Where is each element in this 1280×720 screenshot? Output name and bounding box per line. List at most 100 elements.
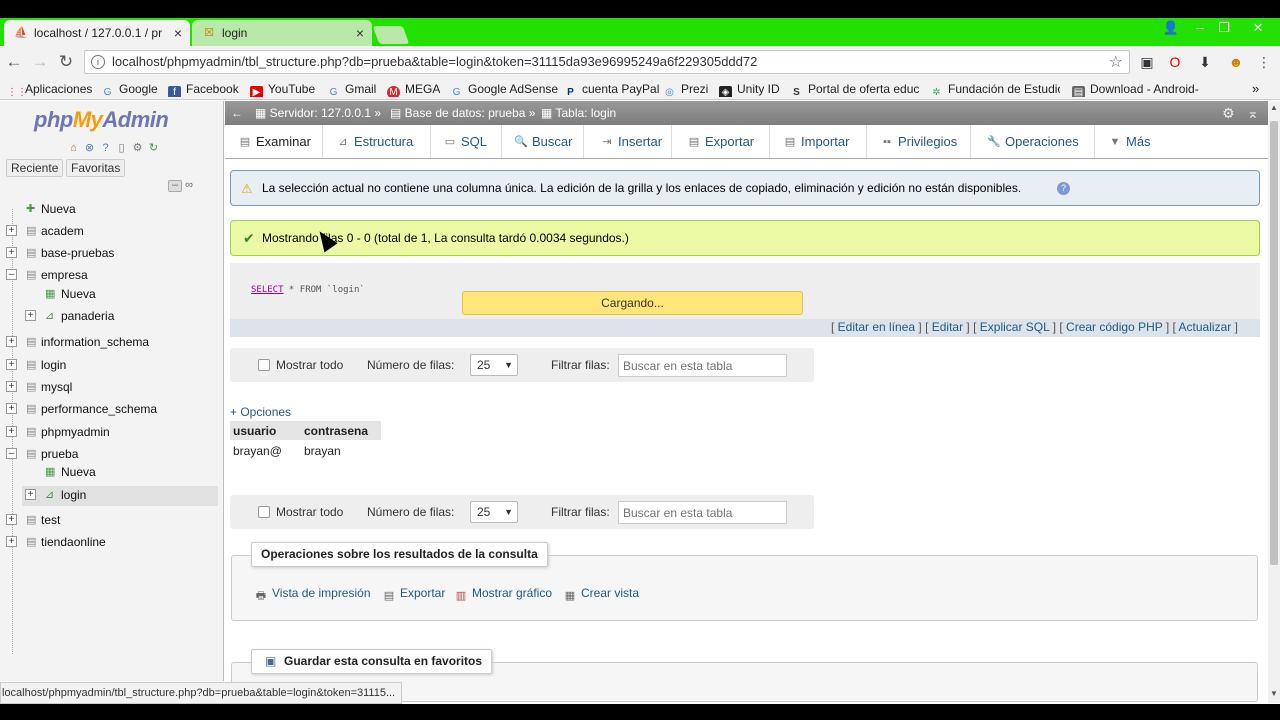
- expand-icon[interactable]: +: [6, 381, 17, 392]
- refresh-link[interactable]: Actualizar: [1179, 320, 1232, 334]
- expand-icon[interactable]: +: [6, 403, 17, 414]
- maximize-window-icon[interactable]: ❐: [1212, 18, 1236, 38]
- print-view-link[interactable]: 🖶 Vista de impresión: [254, 586, 371, 603]
- tab-structure[interactable]: ⊿ Estructura: [328, 125, 431, 158]
- tree-item-performance-schema[interactable]: + ▤ performance_schema: [0, 400, 224, 420]
- tree-item-empresa-new[interactable]: ▦ Nueva: [0, 285, 224, 305]
- bookmark-unity[interactable]: ◈ Unity ID: [719, 81, 780, 97]
- show-chart-link[interactable]: ▥ Mostrar gráfico: [454, 586, 552, 603]
- tree-item-information-schema[interactable]: + ▤ information_schema: [0, 333, 224, 353]
- edit-inline-link[interactable]: Editar en línea: [838, 320, 915, 334]
- help-icon[interactable]: ?: [99, 142, 112, 155]
- expand-icon[interactable]: +: [25, 489, 36, 500]
- link-icon[interactable]: ∞: [185, 179, 193, 191]
- expand-icon[interactable]: +: [6, 536, 17, 547]
- tab-privileges[interactable]: ▪▪ Privilegios: [872, 125, 971, 158]
- tab-sql[interactable]: ▭ SQL: [435, 125, 502, 158]
- options-toggle[interactable]: + Opciones: [230, 405, 291, 419]
- tree-item-panaderia[interactable]: + ⊿ panaderia: [0, 307, 224, 327]
- collapse-all-icon[interactable]: –: [168, 180, 182, 192]
- address-bar[interactable]: i localhost/phpmyadmin/tbl_structure.php…: [84, 50, 1130, 74]
- tree-item-mysql[interactable]: + ▤ mysql: [0, 378, 224, 398]
- tree-item-test[interactable]: + ▤ test: [0, 511, 224, 531]
- close-window-icon[interactable]: ✕: [1240, 18, 1276, 38]
- bookmark-download-android[interactable]: ▤ Download - Android-: [1072, 81, 1202, 97]
- bookmark-youtube[interactable]: ▶ YouTube: [250, 81, 315, 97]
- home-icon[interactable]: ⌂: [67, 142, 80, 155]
- tree-item-prueba[interactable]: – ▤ prueba: [0, 445, 224, 465]
- help-icon[interactable]: ?: [1057, 182, 1070, 195]
- sql-query[interactable]: SELECT * FROM `login`: [251, 285, 365, 295]
- scroll-down-icon[interactable]: ▼: [1268, 689, 1280, 698]
- tree-item-phpmyadmin[interactable]: + ▤ phpmyadmin: [0, 423, 224, 443]
- expand-icon[interactable]: +: [6, 426, 17, 437]
- tab-search[interactable]: 🔍 Buscar: [506, 125, 584, 158]
- tree-item-empresa[interactable]: – ▤ empresa: [0, 266, 224, 286]
- browser-tab-login[interactable]: ☒ login ×: [192, 20, 372, 46]
- rows-count-select[interactable]: 25 ▼: [470, 354, 518, 376]
- scroll-up-icon[interactable]: ▲: [1268, 103, 1280, 112]
- breadcrumb-table[interactable]: ▦ Tabla: login: [541, 101, 616, 125]
- page-scrollbar[interactable]: ▲ ▼: [1268, 101, 1280, 703]
- bookmark-mega[interactable]: M MEGA: [387, 81, 440, 97]
- bookmark-gmail[interactable]: G Gmail: [327, 81, 377, 97]
- create-view-link[interactable]: ▦ Crear vista: [563, 586, 639, 603]
- tab-insert[interactable]: ⇥ Insertar: [592, 125, 672, 158]
- breadcrumb-database[interactable]: ▤ Base de datos: prueba »: [390, 101, 535, 125]
- browser-tab-phpmyadmin[interactable]: ⛵ localhost / 127.0.0.1 / pr ×: [4, 20, 190, 46]
- tab-export[interactable]: ▤ Exportar: [679, 125, 770, 158]
- logout-icon[interactable]: ⊗: [83, 142, 96, 155]
- back-icon[interactable]: ←: [4, 52, 24, 72]
- collapse-icon[interactable]: –: [6, 269, 17, 280]
- bookmark-facebook[interactable]: f Facebook: [168, 81, 239, 97]
- tree-item-prueba-new[interactable]: ▦ Nueva: [0, 463, 224, 483]
- tab-operations[interactable]: 🔧 Operaciones: [979, 125, 1095, 158]
- close-tab-icon[interactable]: ×: [174, 20, 182, 46]
- collapse-top-icon[interactable]: ⌅: [1247, 101, 1259, 125]
- breadcrumb-server[interactable]: ▦ Servidor: 127.0.0.1 »: [255, 101, 381, 125]
- bookmark-google[interactable]: G Google: [101, 81, 158, 97]
- minimize-window-icon[interactable]: –: [1188, 18, 1212, 38]
- tab-more[interactable]: ▼ Más: [1100, 125, 1167, 158]
- expand-icon[interactable]: +: [6, 247, 17, 258]
- expand-icon[interactable]: +: [6, 359, 17, 370]
- tree-item-login-db[interactable]: + ▤ login: [0, 356, 224, 376]
- cell-usuario[interactable]: brayan@: [230, 440, 301, 462]
- edit-link[interactable]: Editar: [932, 320, 963, 334]
- phpmyadmin-logo[interactable]: phpMyAdmin: [34, 107, 169, 133]
- filter-rows-input[interactable]: [618, 354, 787, 377]
- star-icon[interactable]: ☆: [1109, 52, 1123, 72]
- new-tab-button[interactable]: [372, 26, 410, 44]
- tab-browse[interactable]: ▤ Examinar: [230, 125, 323, 158]
- tree-item-tiendaonline[interactable]: + ▤ tiendaonline: [0, 533, 224, 553]
- show-all-checkbox[interactable]: [258, 506, 270, 518]
- user-profile-icon[interactable]: 👤: [1159, 18, 1183, 38]
- column-header-contrasena[interactable]: contrasena: [301, 421, 381, 440]
- download-icon[interactable]: ⬇: [1195, 52, 1215, 72]
- more-bookmarks-button[interactable]: »: [1252, 81, 1259, 97]
- create-php-code-link[interactable]: Crear código PHP: [1066, 320, 1163, 334]
- reload-icon[interactable]: ↻: [56, 52, 76, 72]
- opera-icon[interactable]: O: [1165, 52, 1185, 72]
- column-header-usuario[interactable]: usuario: [230, 421, 301, 440]
- favorite-tables-button[interactable]: Favoritas: [66, 159, 126, 177]
- recent-tables-button[interactable]: Reciente: [6, 159, 64, 177]
- expand-icon[interactable]: +: [6, 514, 17, 525]
- bookmark-paypal[interactable]: Pcuenta PayPal: [564, 81, 659, 97]
- extension-icon[interactable]: ▣: [1137, 52, 1157, 72]
- gear-icon[interactable]: ⚙: [131, 142, 144, 155]
- tab-import[interactable]: ▤ Importar: [775, 125, 867, 158]
- tree-item-base-pruebas[interactable]: + ▤ base-pruebas: [0, 244, 224, 264]
- menu-icon[interactable]: ⋮: [1254, 52, 1274, 72]
- cell-contrasena[interactable]: brayan: [301, 440, 381, 462]
- tree-item-new[interactable]: ✚ Nueva: [0, 200, 224, 220]
- scrollbar-thumb[interactable]: [1270, 121, 1278, 565]
- bookmark-prezi[interactable]: ◎ Prezi: [663, 81, 708, 97]
- gear-icon[interactable]: ⚙: [1222, 101, 1235, 125]
- reload-nav-icon[interactable]: ↻: [147, 142, 160, 155]
- tree-item-login-table[interactable]: + ⊿ login: [22, 486, 218, 506]
- docs-icon[interactable]: ▯: [115, 142, 128, 155]
- tree-item-academ[interactable]: + ▤ academ: [0, 222, 224, 242]
- filter-rows-input[interactable]: [618, 501, 787, 524]
- bookmark-portal[interactable]: S Portal de oferta educ: [790, 81, 920, 97]
